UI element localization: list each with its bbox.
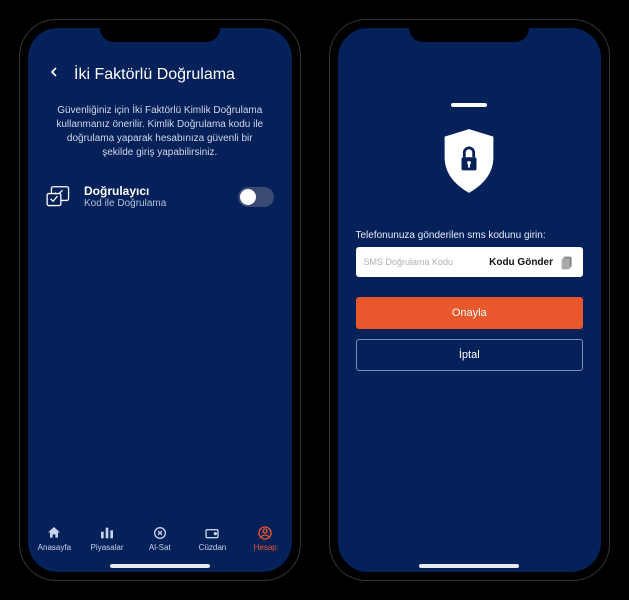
home-indicator[interactable]: [110, 564, 210, 568]
sms-code-input[interactable]: SMS Doğrulama Kodu Kodu Gönder: [356, 247, 584, 277]
sms-input-placeholder: SMS Doğrulama Kodu: [364, 257, 490, 267]
back-icon[interactable]: [46, 63, 62, 86]
tab-account-label: Hesap: [254, 543, 277, 552]
tab-markets[interactable]: Piyasalar: [81, 525, 134, 552]
phone-right: Telefonunuza gönderilen sms kodunu girin…: [330, 20, 610, 580]
wallet-icon: [203, 525, 221, 541]
authenticator-subtitle: Kod ile Doğrulama: [84, 198, 228, 209]
trade-icon: [151, 525, 169, 541]
authenticator-icon: [46, 185, 74, 209]
authenticator-title: Doğrulayıcı: [84, 184, 228, 198]
authenticator-toggle[interactable]: [238, 187, 274, 207]
tab-wallet-label: Cüzdan: [199, 543, 227, 552]
account-icon: [256, 525, 274, 541]
tab-trade-label: Al-Sat: [149, 543, 171, 552]
cancel-button-label: İptal: [459, 349, 480, 361]
notch: [100, 20, 220, 42]
home-icon: [45, 525, 63, 541]
tab-wallet[interactable]: Cüzdan: [186, 525, 239, 552]
tab-home[interactable]: Anasayfa: [28, 525, 81, 552]
tab-account[interactable]: Hesap: [239, 525, 292, 552]
home-indicator[interactable]: [419, 564, 519, 568]
header: İki Faktörlü Doğrulama: [46, 63, 274, 86]
phone-left: İki Faktörlü Doğrulama Güvenliğiniz için…: [20, 20, 300, 580]
page-description: Güvenliğiniz için İki Faktörlü Kimlik Do…: [46, 104, 274, 160]
tab-markets-label: Piyasalar: [91, 543, 124, 552]
cancel-button[interactable]: İptal: [356, 339, 584, 371]
authenticator-row: Doğrulayıcı Kod ile Doğrulama: [46, 180, 274, 213]
page-title: İki Faktörlü Doğrulama: [74, 66, 274, 84]
tab-trade[interactable]: Al-Sat: [133, 525, 186, 552]
confirm-button[interactable]: Onayla: [356, 297, 584, 329]
shield-wrap: [356, 127, 584, 200]
tab-home-label: Anasayfa: [38, 543, 71, 552]
drag-handle[interactable]: [451, 103, 487, 107]
send-code-button[interactable]: Kodu Gönder: [489, 257, 553, 268]
paste-icon[interactable]: [559, 254, 575, 270]
markets-icon: [98, 525, 116, 541]
confirm-button-label: Onayla: [452, 307, 487, 319]
shield-lock-icon: [439, 127, 499, 200]
notch: [409, 20, 529, 42]
screen-right: Telefonunuza gönderilen sms kodunu girin…: [338, 28, 602, 572]
toggle-knob: [240, 189, 256, 205]
sms-prompt: Telefonunuza gönderilen sms kodunu girin…: [356, 230, 584, 241]
screen-left: İki Faktörlü Doğrulama Güvenliğiniz için…: [28, 28, 292, 572]
